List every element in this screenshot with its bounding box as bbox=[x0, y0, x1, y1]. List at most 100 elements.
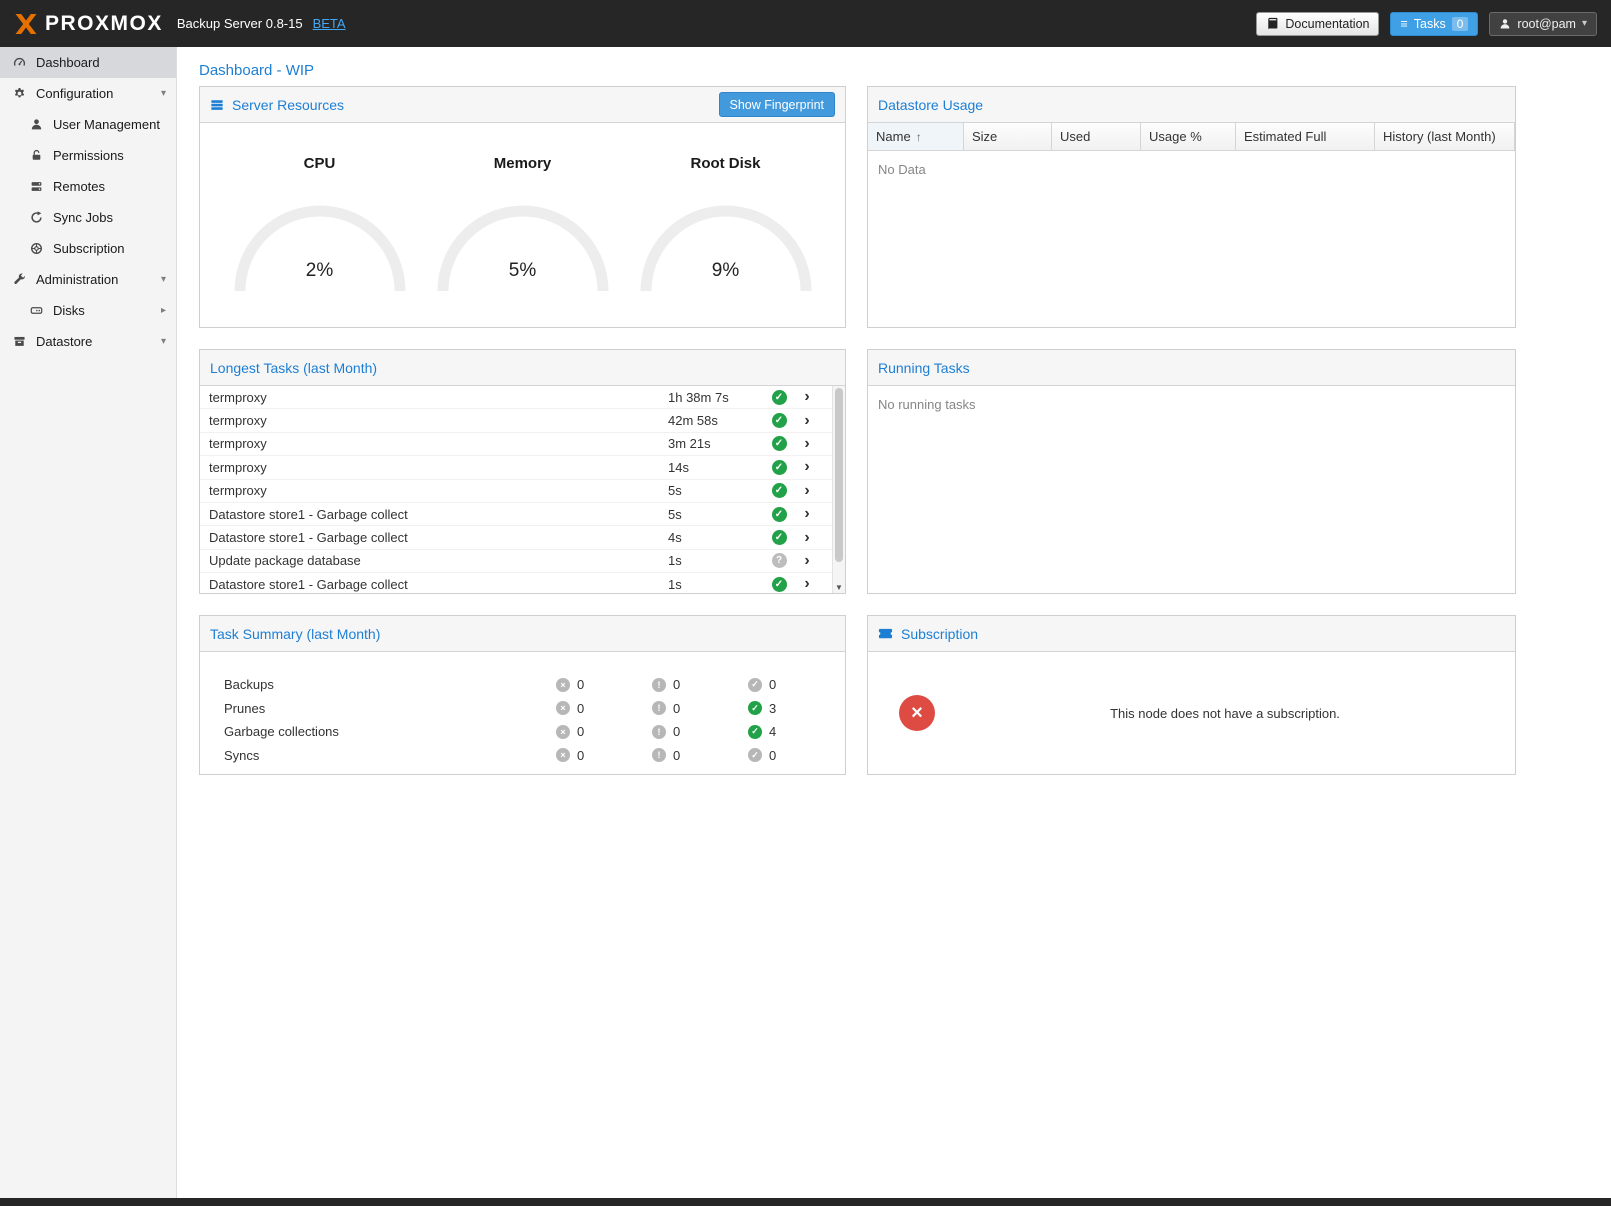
caret-down-icon[interactable]: ▾ bbox=[161, 274, 166, 285]
chevron-right-icon[interactable]: › bbox=[793, 389, 821, 405]
status-ok-icon: ✓ bbox=[772, 460, 787, 475]
task-name: termproxy bbox=[200, 413, 660, 428]
column-label: Usage % bbox=[1149, 129, 1202, 144]
running-tasks-header: Running Tasks bbox=[868, 350, 1515, 386]
chevron-right-icon[interactable]: › bbox=[793, 459, 821, 475]
summary-label: Prunes bbox=[224, 701, 556, 716]
gauge-label: CPU bbox=[231, 155, 409, 172]
status-ok-icon: ✓ bbox=[772, 507, 787, 522]
column-header-name[interactable]: Name↑ bbox=[868, 123, 964, 150]
no-running-tasks-text: No running tasks bbox=[868, 386, 1515, 423]
gauge-label: Memory bbox=[434, 155, 612, 172]
caret-right-icon[interactable]: ▸ bbox=[161, 305, 166, 316]
subscription-body: × This node does not have a subscription… bbox=[868, 652, 1515, 774]
task-row[interactable]: termproxy1h 38m 7s✓› bbox=[200, 386, 832, 409]
sidebar-item-sync-jobs[interactable]: Sync Jobs bbox=[0, 202, 176, 233]
sidebar-item-label: Subscription bbox=[53, 241, 166, 256]
beta-link[interactable]: BETA bbox=[313, 16, 346, 31]
task-row[interactable]: Update package database1s?› bbox=[200, 550, 832, 573]
sort-asc-icon: ↑ bbox=[916, 130, 922, 144]
chevron-right-icon[interactable]: › bbox=[793, 436, 821, 452]
task-row[interactable]: termproxy14s✓› bbox=[200, 456, 832, 479]
error-circle-icon: × bbox=[556, 678, 570, 692]
task-row[interactable]: termproxy42m 58s✓› bbox=[200, 409, 832, 432]
task-summary-row: Prunes×0!0✓3 bbox=[224, 697, 845, 721]
task-row[interactable]: Datastore store1 - Garbage collect5s✓› bbox=[200, 503, 832, 526]
status-ok-icon: ✓ bbox=[772, 483, 787, 498]
warning-circle-icon: ! bbox=[652, 701, 666, 715]
caret-down-icon[interactable]: ▾ bbox=[161, 336, 166, 347]
warning-circle-icon: ! bbox=[652, 678, 666, 692]
chevron-right-icon[interactable]: › bbox=[793, 413, 821, 429]
errors-count: 0 bbox=[577, 701, 584, 716]
documentation-button[interactable]: Documentation bbox=[1256, 12, 1379, 36]
column-header-estimated-full[interactable]: Estimated Full bbox=[1236, 123, 1375, 150]
ok-circle-icon: ✓ bbox=[748, 678, 762, 692]
bottom-strip bbox=[0, 1198, 1611, 1206]
ok-count: 0 bbox=[769, 748, 776, 763]
sidebar-item-dashboard[interactable]: Dashboard bbox=[0, 47, 176, 78]
tasks-button[interactable]: ≡ Tasks 0 bbox=[1390, 12, 1478, 36]
root-disk-gauge: Root Disk 9% bbox=[637, 123, 815, 327]
panel-title: Subscription bbox=[901, 626, 978, 642]
chevron-right-icon[interactable]: › bbox=[793, 576, 821, 592]
column-header-usage[interactable]: Usage % bbox=[1141, 123, 1236, 150]
sidebar-item-datastore[interactable]: Datastore▾ bbox=[0, 326, 176, 357]
task-row[interactable]: Datastore store1 - Garbage collect1s✓› bbox=[200, 573, 832, 593]
task-duration: 4s bbox=[660, 530, 765, 545]
chevron-right-icon[interactable]: › bbox=[793, 483, 821, 499]
sidebar-item-configuration[interactable]: Configuration▾ bbox=[0, 78, 176, 109]
task-row[interactable]: termproxy5s✓› bbox=[200, 480, 832, 503]
sidebar-item-disks[interactable]: Disks▸ bbox=[0, 295, 176, 326]
ok-circle-icon: ✓ bbox=[748, 748, 762, 762]
server-icon bbox=[210, 98, 224, 112]
panel-title: Running Tasks bbox=[878, 360, 970, 376]
datastore-usage-header: Datastore Usage bbox=[868, 87, 1515, 123]
task-name: Update package database bbox=[200, 553, 660, 568]
task-duration: 1s bbox=[660, 553, 765, 568]
task-name: Datastore store1 - Garbage collect bbox=[200, 577, 660, 592]
sidebar-item-user-management[interactable]: User Management bbox=[0, 109, 176, 140]
task-duration: 3m 21s bbox=[660, 436, 765, 451]
task-row[interactable]: termproxy3m 21s✓› bbox=[200, 433, 832, 456]
dashboard-grid: Server Resources Show Fingerprint CPU 2% bbox=[177, 72, 1611, 815]
show-fingerprint-button[interactable]: Show Fingerprint bbox=[719, 92, 836, 117]
tasks-count-badge: 0 bbox=[1452, 17, 1469, 31]
error-circle-icon: × bbox=[556, 748, 570, 762]
no-subscription-icon: × bbox=[899, 695, 935, 731]
sidebar-item-label: Remotes bbox=[53, 179, 166, 194]
panel-title: Server Resources bbox=[232, 97, 344, 113]
warning-circle-icon: ! bbox=[652, 748, 666, 762]
column-label: Size bbox=[972, 129, 997, 144]
warning-circle-icon: ! bbox=[652, 725, 666, 739]
summary-label: Garbage collections bbox=[224, 724, 556, 739]
scrollbar[interactable]: ▼ bbox=[832, 386, 845, 593]
proxmox-x-icon bbox=[14, 14, 38, 34]
gauge-label: Root Disk bbox=[637, 155, 815, 172]
task-row[interactable]: Datastore store1 - Garbage collect4s✓› bbox=[200, 526, 832, 549]
sidebar-item-permissions[interactable]: Permissions bbox=[0, 140, 176, 171]
column-header-used[interactable]: Used bbox=[1052, 123, 1141, 150]
user-menu-button[interactable]: root@pam ▾ bbox=[1489, 12, 1597, 36]
subscription-header: Subscription bbox=[868, 616, 1515, 652]
scrollbar-thumb[interactable] bbox=[835, 388, 843, 562]
ok-count: 3 bbox=[769, 701, 776, 716]
sidebar-item-administration[interactable]: Administration▾ bbox=[0, 264, 176, 295]
administration-icon bbox=[12, 273, 27, 286]
scroll-down-icon[interactable]: ▼ bbox=[833, 583, 845, 592]
chevron-right-icon[interactable]: › bbox=[793, 553, 821, 569]
tasks-label: Tasks bbox=[1414, 17, 1446, 31]
user-icon bbox=[1499, 18, 1511, 30]
column-header-size[interactable]: Size bbox=[964, 123, 1052, 150]
chevron-right-icon[interactable]: › bbox=[793, 530, 821, 546]
ok-circle-icon: ✓ bbox=[748, 725, 762, 739]
caret-down-icon[interactable]: ▾ bbox=[161, 88, 166, 99]
column-header-history-last-month[interactable]: History (last Month) bbox=[1375, 123, 1515, 150]
task-summary-panel: Task Summary (last Month) Backups×0!0✓0P… bbox=[199, 615, 846, 775]
task-duration: 42m 58s bbox=[660, 413, 765, 428]
chevron-right-icon[interactable]: › bbox=[793, 506, 821, 522]
sync-icon bbox=[29, 211, 44, 224]
sidebar-item-remotes[interactable]: Remotes bbox=[0, 171, 176, 202]
gauge-arc: 9% bbox=[637, 194, 815, 297]
sidebar-item-subscription[interactable]: Subscription bbox=[0, 233, 176, 264]
